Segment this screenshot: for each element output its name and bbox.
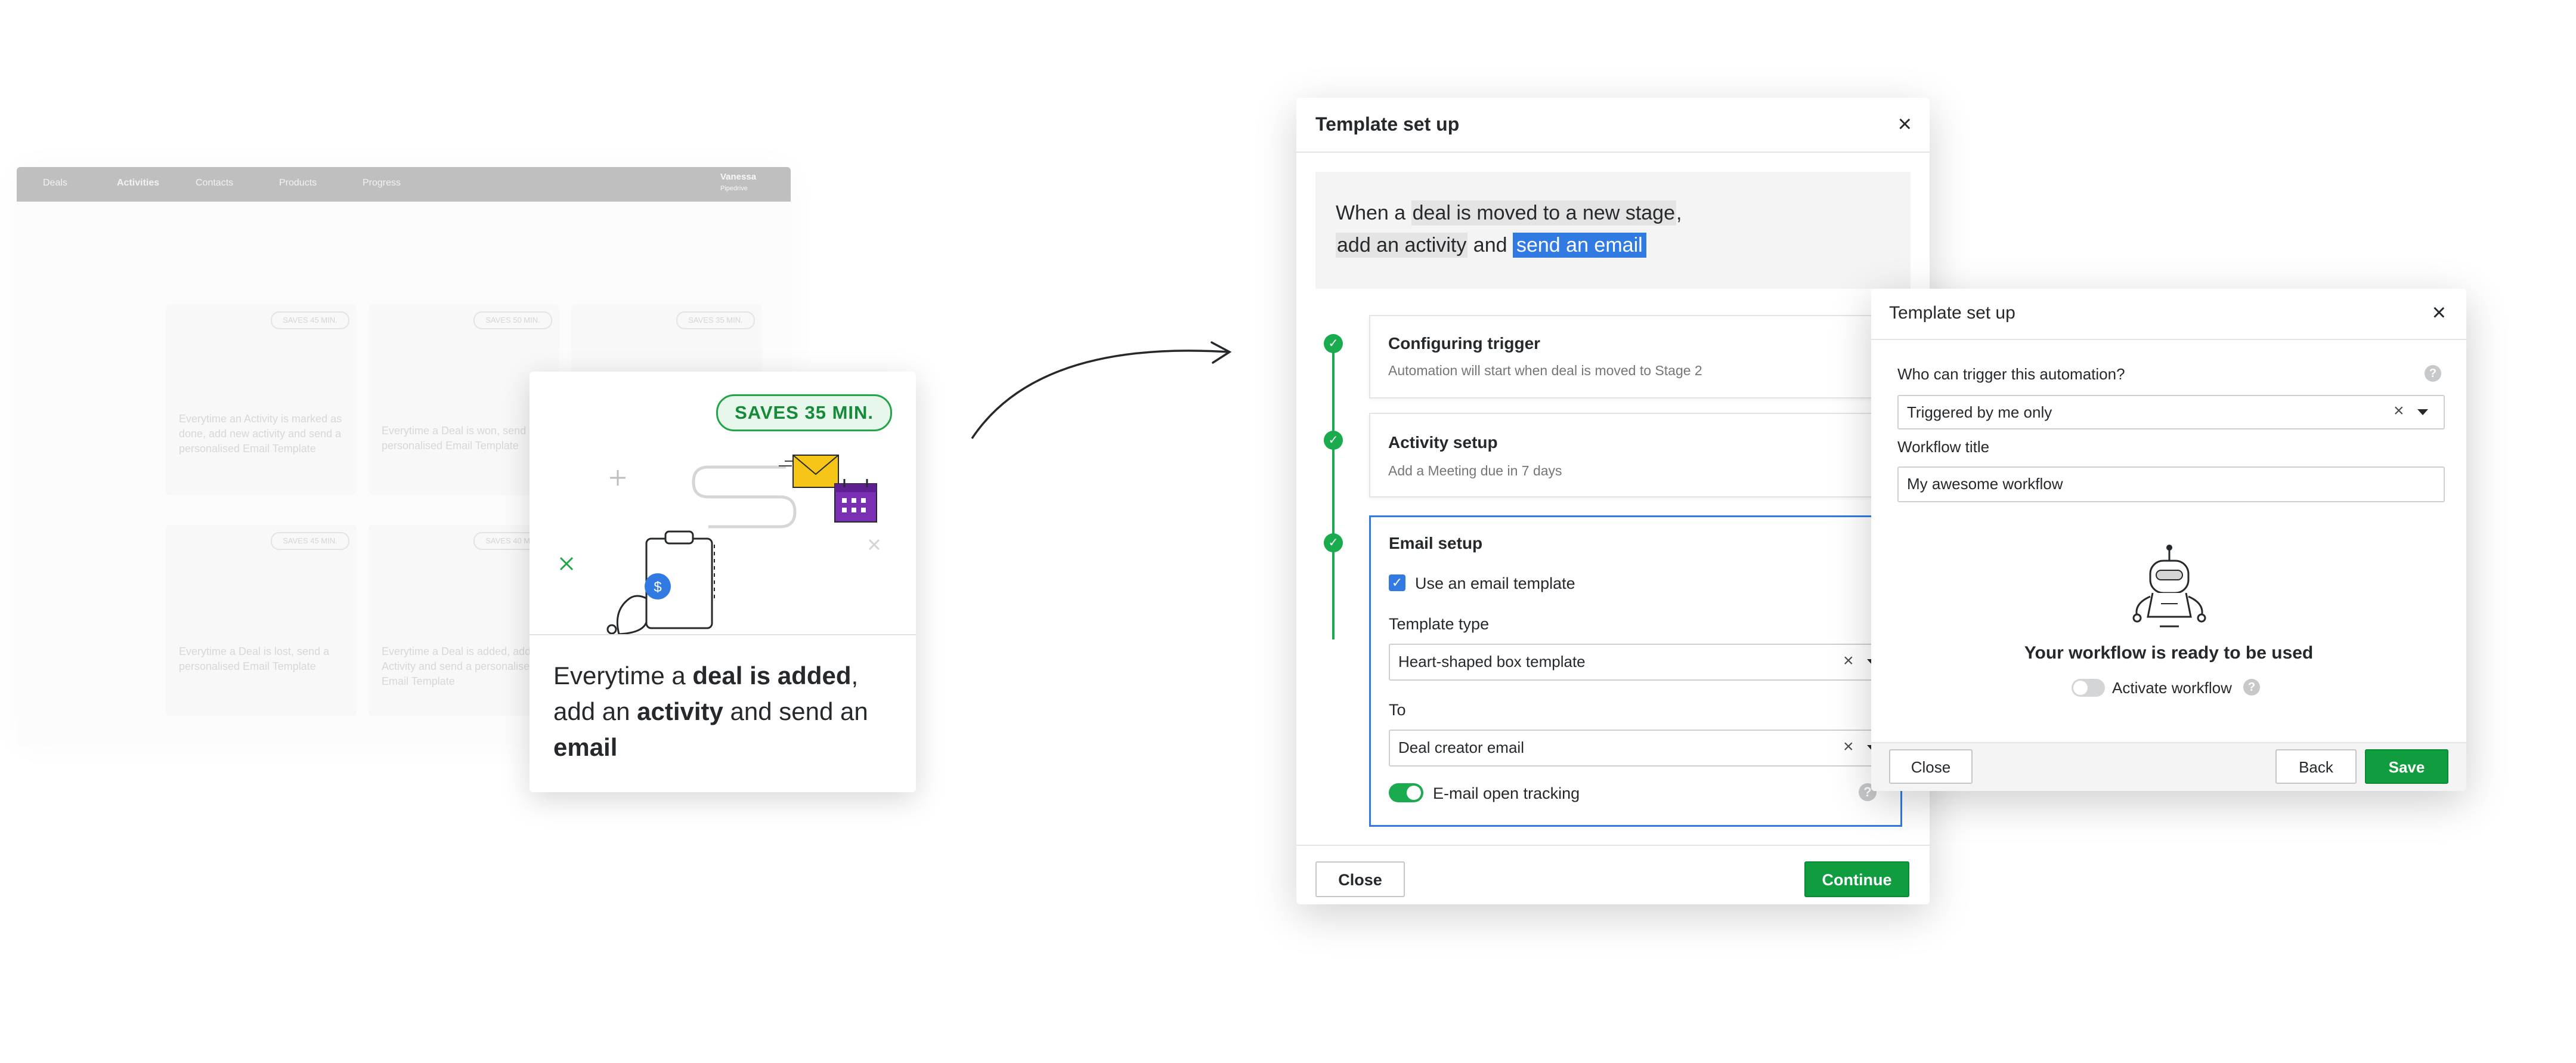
who-can-trigger-value: Triggered by me only [1907, 403, 2052, 421]
background-card-text: Everytime a Deal is added, add an Activi… [382, 645, 546, 687]
workflow-ready-text: Your workflow is ready to be used [2024, 643, 2314, 663]
workflow-title-value: My awesome workflow [1907, 475, 2063, 493]
template-setup-dialog: Template set up × When a deal is moved t… [1296, 98, 1930, 904]
dialog-header: Template set up × [1871, 289, 2466, 340]
background-top-bar: Deals Activities Contacts Products Progr… [17, 167, 791, 202]
save-button[interactable]: Save [2365, 749, 2448, 784]
check-icon: ✓ [1324, 533, 1343, 552]
background-card: SAVES 45 MIN. Everytime a Deal is lost, … [166, 525, 357, 716]
step-title: Email setup [1389, 534, 1483, 552]
template-type-label: Template type [1389, 615, 1490, 633]
step-email-setup: Email setup ✓ Use an email template Temp… [1369, 515, 1904, 827]
background-nav-item: Activities [117, 178, 160, 188]
email-token[interactable]: send an email [1512, 233, 1646, 258]
step-subtitle: Add a Meeting due in 7 days [1388, 463, 1562, 478]
saves-time-badge: SAVES 35 MIN. [716, 394, 892, 431]
template-setup-dialog-final: Template set up × Who can trigger this a… [1871, 289, 2466, 791]
clear-icon[interactable]: × [1843, 737, 1854, 757]
automation-sentence: When a deal is moved to a new stage, add… [1336, 200, 1682, 258]
step-title: Configuring trigger [1388, 334, 1541, 353]
activate-workflow-toggle[interactable] [2072, 679, 2105, 697]
clear-icon[interactable]: × [2394, 401, 2404, 421]
background-badge: SAVES 50 MIN. [473, 311, 552, 329]
close-button[interactable]: Close [1889, 749, 1973, 784]
dialog-header: Template set up × [1296, 98, 1930, 153]
background-card-text: Everytime a Deal is lost, send a persona… [179, 645, 330, 672]
automation-sentence-box: When a deal is moved to a new stage, add… [1315, 172, 1911, 289]
dialog-footer-divider [1296, 845, 1930, 846]
background-user-name: Vanessa [720, 172, 757, 182]
help-icon[interactable]: ? [2243, 679, 2260, 696]
close-icon[interactable]: × [2432, 301, 2446, 325]
back-button[interactable]: Back [2275, 749, 2357, 784]
template-type-select[interactable]: Heart-shaped box template × [1389, 644, 1904, 681]
step-activity-setup[interactable]: Activity setup Add a Meeting due in 7 da… [1369, 413, 1908, 497]
check-icon: ✓ [1324, 431, 1343, 450]
check-icon: ✓ [1324, 334, 1343, 353]
clear-icon[interactable]: × [1843, 651, 1854, 671]
automation-description: Everytime a deal is added, add an activi… [553, 662, 868, 761]
dialog-title: Template set up [1889, 303, 2015, 323]
svg-text:$: $ [654, 579, 661, 595]
step-configuring-trigger[interactable]: Configuring trigger Automation will star… [1369, 315, 1908, 398]
background-card-text: Everytime a Deal is won, send a personal… [382, 425, 535, 452]
curved-arrow-icon [971, 341, 1232, 439]
to-label: To [1389, 701, 1406, 719]
background-card: SAVES 45 MIN. Everytime an Activity is m… [166, 304, 357, 495]
chevron-down-icon[interactable] [2417, 409, 2428, 415]
background-badge: SAVES 35 MIN. [676, 311, 755, 329]
background-nav-item: Contacts [196, 178, 234, 188]
trigger-token[interactable]: deal is moved to a new stage [1411, 200, 1676, 225]
help-icon[interactable]: ? [2425, 365, 2441, 382]
step-subtitle: Automation will start when deal is moved… [1388, 363, 1702, 378]
tracking-toggle[interactable] [1389, 783, 1423, 802]
use-template-checkbox[interactable]: ✓ [1389, 574, 1405, 591]
workflow-title-input[interactable]: My awesome workflow [1897, 466, 2445, 502]
background-user-company: Pipedrive [720, 185, 748, 192]
step-title: Activity setup [1388, 433, 1498, 452]
background-badge: SAVES 45 MIN. [271, 532, 349, 550]
background-nav-item: Deals [43, 178, 67, 188]
steps-timeline [1332, 342, 1335, 639]
to-value: Deal creator email [1398, 738, 1524, 756]
robot-icon [2132, 545, 2206, 628]
who-can-trigger-select[interactable]: Triggered by me only × [1897, 395, 2445, 429]
clipboard-dollar-icon: $ [606, 530, 715, 634]
use-template-label: Use an email template [1415, 574, 1575, 592]
dialog-title: Template set up [1315, 113, 1460, 135]
calendar-icon [834, 479, 877, 523]
activity-token[interactable]: add an activity [1336, 233, 1468, 258]
to-select[interactable]: Deal creator email × [1389, 730, 1904, 767]
background-nav-item: Products [279, 178, 317, 188]
workflow-title-label: Workflow title [1897, 438, 1990, 456]
background-nav-item: Progress [363, 178, 401, 188]
continue-button[interactable]: Continue [1804, 861, 1909, 897]
activate-workflow-label: Activate workflow [2112, 679, 2232, 697]
envelope-icon [792, 455, 839, 488]
background-card-text: Everytime an Activity is marked as done,… [179, 413, 342, 455]
template-type-value: Heart-shaped box template [1398, 653, 1586, 670]
close-icon[interactable]: × [1898, 112, 1912, 136]
card-divider [530, 634, 916, 635]
background-badge: SAVES 45 MIN. [271, 311, 349, 329]
tracking-label: E-mail open tracking [1433, 784, 1580, 802]
who-can-trigger-label: Who can trigger this automation? [1897, 365, 2125, 383]
automation-template-card[interactable]: $ SAVES 35 MIN. Everytime a deal is adde… [530, 372, 916, 792]
close-button[interactable]: Close [1315, 861, 1405, 897]
